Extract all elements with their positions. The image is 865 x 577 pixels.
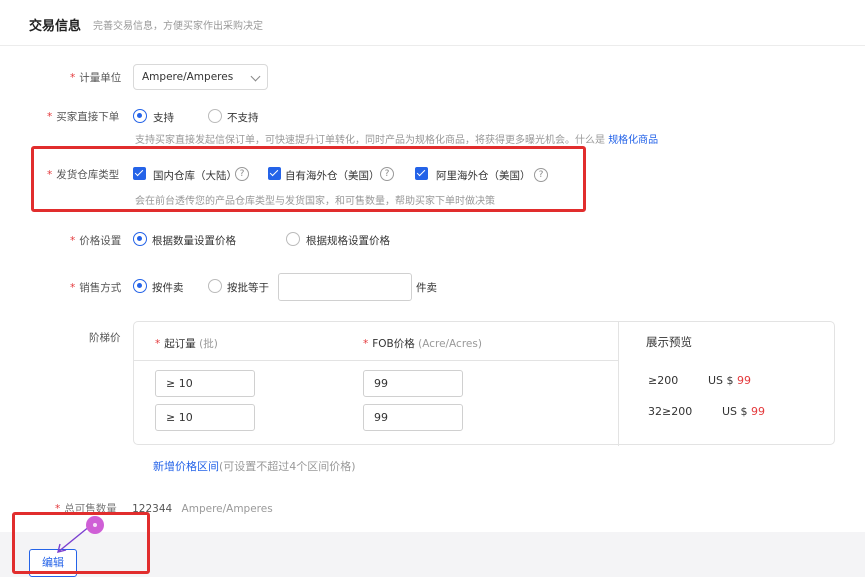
batch-quantity-input[interactable]	[278, 273, 412, 301]
sale-by-batch-radio[interactable]	[208, 279, 222, 293]
sale-by-piece-label[interactable]: 按件卖	[152, 280, 184, 295]
price-by-spec-label[interactable]: 根据规格设置价格	[306, 233, 390, 248]
direct-order-label: * 买家直接下单	[47, 111, 120, 123]
required-mark: *	[155, 338, 161, 350]
preview-price: US $ 99	[722, 405, 766, 418]
required-mark: *	[70, 72, 76, 84]
direct-order-support-label[interactable]: 支持	[153, 110, 174, 125]
section-title: 交易信息	[29, 19, 82, 34]
preview-range: ≥200	[648, 374, 679, 387]
unit-select[interactable]: Ampere/Amperes	[133, 64, 268, 90]
section-header: 交易信息 完善交易信息，方便买家作出采购决定	[0, 0, 865, 46]
required-mark: *	[363, 338, 369, 350]
fob-price-header: * FOB价格 (Acre/Acres)	[363, 338, 482, 350]
sale-by-piece-radio[interactable]	[133, 279, 147, 293]
divider	[618, 322, 619, 446]
preview-price: US $ 99	[708, 374, 752, 387]
required-mark: *	[47, 111, 53, 123]
preview-title: 展示预览	[646, 335, 692, 349]
moq-input[interactable]: ≥ 10	[155, 370, 255, 397]
direct-order-hint: 支持买家直接发起信保订单，可快速提升订单转化，同时产品为规格化商品，将获得更多曝…	[135, 135, 659, 146]
direct-order-unsupport-radio[interactable]	[208, 109, 222, 123]
price-setting-label: * 价格设置	[70, 235, 122, 247]
unit-label: * 计量单位	[70, 72, 122, 84]
tier-price-label: 阶梯价	[89, 332, 121, 344]
sale-method-label: * 销售方式	[70, 282, 122, 294]
price-by-quantity-radio[interactable]	[133, 232, 147, 246]
cursor-indicator	[86, 516, 104, 534]
moq-input[interactable]: ≥ 10	[155, 404, 255, 431]
sale-by-batch-label[interactable]: 按批等于	[227, 280, 269, 295]
fob-price-input[interactable]: 99	[363, 370, 463, 397]
required-mark: *	[70, 235, 76, 247]
divider	[134, 360, 618, 361]
spec-product-link[interactable]: 规格化商品	[608, 135, 658, 146]
fob-price-input[interactable]: 99	[363, 404, 463, 431]
moq-header: * 起订量 (批)	[155, 338, 218, 350]
direct-order-unsupport-label[interactable]: 不支持	[227, 110, 259, 125]
section-subtitle: 完善交易信息，方便买家作出采购决定	[93, 21, 263, 32]
price-by-spec-radio[interactable]	[286, 232, 300, 246]
sale-method-suffix: 件卖	[416, 282, 437, 294]
total-unit: Ampere/Amperes	[181, 503, 273, 515]
required-mark: *	[70, 282, 76, 294]
unit-select-value: Ampere/Amperes	[142, 71, 234, 83]
price-by-quantity-label[interactable]: 根据数量设置价格	[152, 233, 236, 248]
preview-range: 32≥200	[648, 405, 693, 418]
add-price-range-link[interactable]: 新增价格区间(可设置不超过4个区间价格)	[153, 458, 356, 474]
direct-order-support-radio[interactable]	[133, 109, 147, 123]
highlight-box-warehouse	[31, 146, 586, 212]
chevron-down-icon	[250, 71, 261, 82]
